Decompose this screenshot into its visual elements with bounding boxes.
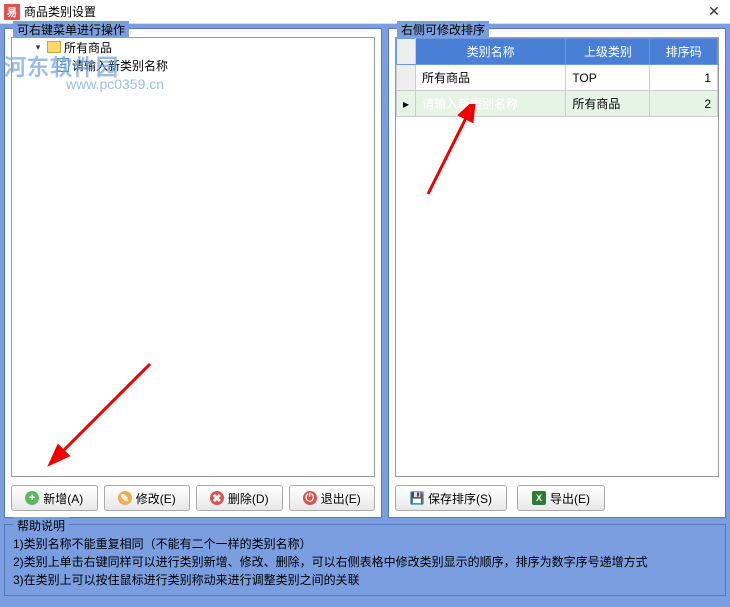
right-button-row: 💾 保存排序(S) X 导出(E) xyxy=(395,485,719,511)
edit-button[interactable]: ✎ 修改(E) xyxy=(104,485,191,511)
export-label: 导出(E) xyxy=(550,490,590,507)
grid-panel-label: 右侧可修改排序 xyxy=(397,21,489,38)
file-icon xyxy=(57,58,69,72)
delete-label: 删除(D) xyxy=(228,490,269,507)
plus-icon: + xyxy=(25,491,39,505)
tree-panel: 可右键菜单进行操作 ▾ 所有商品 请输入新类别名称 + 新增(A) xyxy=(4,28,382,518)
category-tree[interactable]: ▾ 所有商品 请输入新类别名称 xyxy=(11,37,375,477)
col-name[interactable]: 类别名称 xyxy=(416,39,566,65)
grid-panel: 右侧可修改排序 类别名称 上级类别 排序码 所有商品 xyxy=(388,28,726,518)
tree-root-node[interactable]: ▾ 所有商品 xyxy=(12,38,374,56)
tree-child-label: 请输入新类别名称 xyxy=(72,57,168,74)
grid-row[interactable]: ▸ 请输入新类别名称 所有商品 2 xyxy=(397,91,718,117)
save-label: 保存排序(S) xyxy=(428,490,492,507)
export-button[interactable]: X 导出(E) xyxy=(517,485,605,511)
row-indicator: ▸ xyxy=(397,91,416,117)
close-button[interactable]: ✕ xyxy=(702,3,726,21)
sort-grid[interactable]: 类别名称 上级类别 排序码 所有商品 TOP 1 ▸ xyxy=(395,37,719,477)
main-area: 河东软件园 www.pc0359.cn 可右键菜单进行操作 ▾ 所有商品 请输入… xyxy=(0,24,730,607)
excel-icon: X xyxy=(532,491,546,505)
cell-parent[interactable]: 所有商品 xyxy=(566,91,650,117)
help-title: 帮助说明 xyxy=(13,517,69,534)
cell-parent[interactable]: TOP xyxy=(566,65,650,91)
add-button[interactable]: + 新增(A) xyxy=(11,485,98,511)
cell-sort[interactable]: 2 xyxy=(650,91,718,117)
grid-header-row: 类别名称 上级类别 排序码 xyxy=(397,39,718,65)
grid-row[interactable]: 所有商品 TOP 1 xyxy=(397,65,718,91)
tree-child-node[interactable]: 请输入新类别名称 xyxy=(12,56,374,74)
col-sort[interactable]: 排序码 xyxy=(650,39,718,65)
cell-sort[interactable]: 1 xyxy=(650,65,718,91)
help-line: 2)类别上单击右键同样可以进行类别新增、修改、删除，可以右侧表格中修改类别显示的… xyxy=(13,553,717,571)
save-sort-button[interactable]: 💾 保存排序(S) xyxy=(395,485,507,511)
x-icon: ✖ xyxy=(210,491,224,505)
pencil-icon: ✎ xyxy=(118,491,132,505)
help-panel: 帮助说明 1)类别名称不能重复相同（不能有二个一样的类别名称） 2)类别上单击右… xyxy=(4,524,726,596)
folder-icon xyxy=(47,41,61,53)
tree-panel-label: 可右键菜单进行操作 xyxy=(13,21,129,38)
collapse-icon[interactable]: ▾ xyxy=(32,41,44,53)
window-title: 商品类别设置 xyxy=(24,3,702,20)
left-button-row: + 新增(A) ✎ 修改(E) ✖ 删除(D) ⏻ 退出(E) xyxy=(11,485,375,511)
cell-name[interactable]: 所有商品 xyxy=(416,65,566,91)
delete-button[interactable]: ✖ 删除(D) xyxy=(196,485,283,511)
add-label: 新增(A) xyxy=(43,490,83,507)
exit-label: 退出(E) xyxy=(321,490,361,507)
tree-root-label: 所有商品 xyxy=(64,39,112,56)
help-line: 3)在类别上可以按住鼠标进行类别称动来进行调整类别之间的关联 xyxy=(13,571,717,589)
row-indicator xyxy=(397,65,416,91)
power-icon: ⏻ xyxy=(303,491,317,505)
help-line: 1)类别名称不能重复相同（不能有二个一样的类别名称） xyxy=(13,535,717,553)
col-parent[interactable]: 上级类别 xyxy=(566,39,650,65)
app-icon: 易 xyxy=(4,4,20,20)
save-icon: 💾 xyxy=(410,491,424,505)
exit-button[interactable]: ⏻ 退出(E) xyxy=(289,485,376,511)
grid-corner xyxy=(397,39,416,65)
cell-name-selected[interactable]: 请输入新类别名称 xyxy=(416,91,566,117)
edit-label: 修改(E) xyxy=(136,490,176,507)
